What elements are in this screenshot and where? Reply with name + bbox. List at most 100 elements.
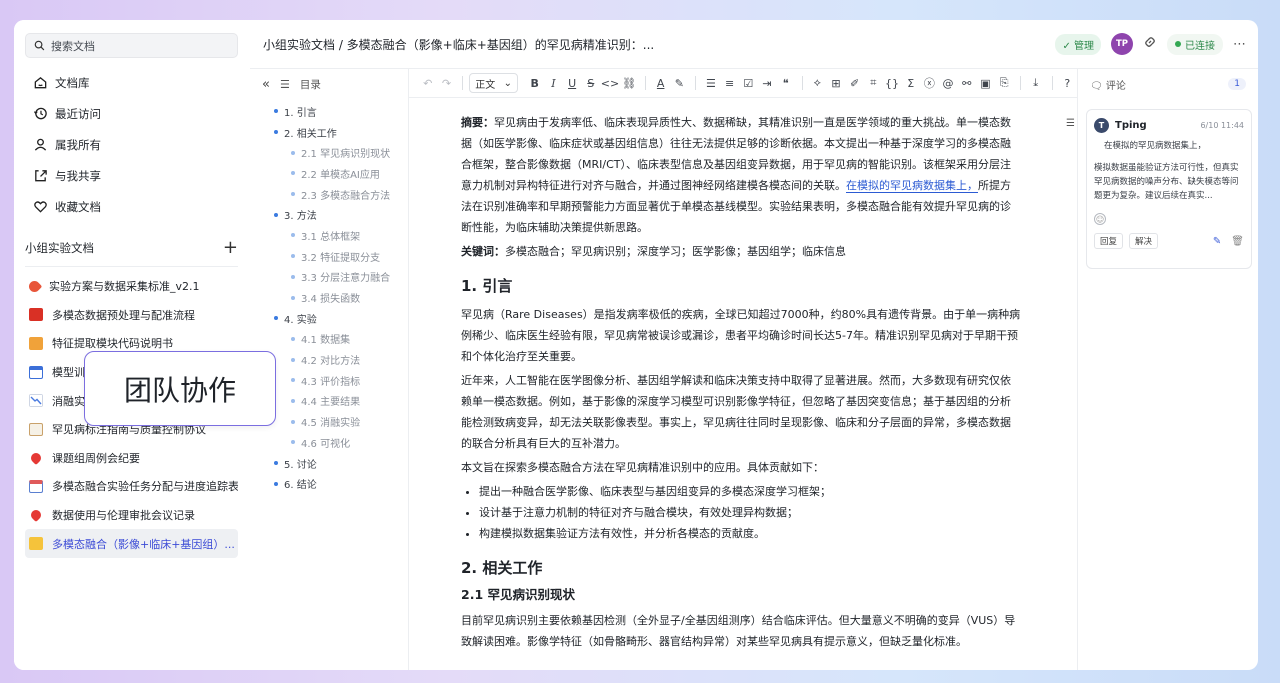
nav-item-recent[interactable]: 最近访问 xyxy=(25,98,238,129)
outline-item[interactable]: 6. 结论 xyxy=(250,473,408,494)
avatar[interactable]: TP xyxy=(1111,33,1133,55)
bullet-icon xyxy=(274,461,278,466)
doc-item[interactable]: 课题组周例会纪要 xyxy=(25,444,238,473)
pin-icon xyxy=(28,450,44,465)
underline-icon[interactable]: U xyxy=(563,73,581,93)
highlight-icon[interactable]: ✎ xyxy=(671,73,689,93)
outline-item-label: 2.3 多模态融合方法 xyxy=(301,190,391,202)
abstract-paragraph: 摘要：罕见病由于发病率低、临床表现异质性大、数据稀缺，其精准识别一直是医学领域的… xyxy=(461,112,1021,238)
doc-item-label: 数据使用与伦理审批会议记录 xyxy=(52,509,195,523)
bullet-list-icon[interactable]: ☰ xyxy=(702,73,720,93)
chart-down-icon xyxy=(29,394,43,408)
bullet-icon xyxy=(291,150,295,155)
outline-item[interactable]: 2.2 单模态AI应用 xyxy=(250,163,408,184)
divider xyxy=(695,76,697,90)
nav-item-owned[interactable]: 属我所有 xyxy=(25,129,238,160)
edit-icon[interactable]: ✎ xyxy=(1213,236,1221,247)
bold-icon[interactable]: B xyxy=(526,73,544,93)
image-icon[interactable]: ▣ xyxy=(977,73,995,93)
orange-book-icon xyxy=(29,336,43,350)
italic-icon[interactable]: I xyxy=(545,73,563,93)
outline-item[interactable]: 3. 方法 xyxy=(250,204,408,225)
outline-item[interactable]: 2.1 罕见病识别现状 xyxy=(250,142,408,163)
outline-item-label: 4. 实验 xyxy=(284,314,317,326)
task-list-icon[interactable]: ☑ xyxy=(740,73,758,93)
divider-insert-icon[interactable]: ⟡ xyxy=(808,73,826,93)
connection-label: 已连接 xyxy=(1185,40,1215,52)
keywords-label: 关键词： xyxy=(461,245,505,258)
table-icon[interactable]: ⊞ xyxy=(827,73,845,93)
bullet-icon xyxy=(274,316,278,321)
outline-item[interactable]: 3.3 分层注意力融合 xyxy=(250,267,408,288)
keywords-paragraph: 关键词：多模态融合；罕见病识别；深度学习；医学影像；基因组学；临床信息 xyxy=(461,241,1021,262)
code-braces-icon[interactable]: {} xyxy=(883,73,901,93)
nav-item-library[interactable]: 文档库 xyxy=(25,67,238,98)
pen-icon[interactable]: ✐ xyxy=(846,73,864,93)
paragraph-style-select[interactable]: 正文 ⌄ xyxy=(469,73,518,93)
numbered-list-icon[interactable]: ≡ xyxy=(721,73,739,93)
indent-icon[interactable]: ⇥ xyxy=(758,73,776,93)
comment-time: 6/10 11:44 xyxy=(1200,121,1244,130)
link-icon[interactable]: ⛓ xyxy=(620,73,638,93)
comment-highlight[interactable]: 在模拟的罕见病数据集上， xyxy=(846,179,978,193)
link-icon[interactable] xyxy=(1143,35,1157,53)
bullet-icon xyxy=(291,192,295,197)
outline-item[interactable]: 1. 引言 xyxy=(250,101,408,122)
reply-button[interactable]: 回复 xyxy=(1094,233,1124,249)
doc-item[interactable]: 多模态融合实验任务分配与进度追踪表 xyxy=(25,472,238,501)
undo-icon[interactable]: ↶ xyxy=(419,73,437,93)
outline-item[interactable]: 2.3 多模态融合方法 xyxy=(250,184,408,205)
download-icon[interactable]: ⤓ xyxy=(1027,73,1045,93)
bullet-icon xyxy=(291,254,295,259)
attachment-icon[interactable]: ⎘ xyxy=(995,73,1013,93)
outline-item[interactable]: 4. 实验 xyxy=(250,308,408,329)
code-block-icon[interactable]: ⌗ xyxy=(865,73,883,93)
doc-item[interactable]: 实验方案与数据采集标准_v2.1 xyxy=(25,272,238,301)
outline-item[interactable]: 3.2 特征提取分支 xyxy=(250,246,408,267)
text-color-icon[interactable]: A xyxy=(652,73,670,93)
editor-content[interactable]: ☰ 摘要：罕见病由于发病率低、临床表现异质性大、数据稀缺，其精准识别一直是医学领… xyxy=(409,98,1077,670)
toc-toggle-icon[interactable]: ☰ xyxy=(1066,118,1075,129)
nav-item-favorites[interactable]: 收藏文档 xyxy=(25,191,238,222)
help-icon[interactable]: ? xyxy=(1058,73,1076,93)
comment-actions: 回复 解决 ✎ 🗑 xyxy=(1094,233,1244,249)
outline-item[interactable]: 5. 讨论 xyxy=(250,453,408,474)
collapse-icon[interactable]: « xyxy=(262,77,270,92)
comment-card[interactable]: T Tping 6/10 11:44 在模拟的罕见病数据集上， 模拟数据虽能验证… xyxy=(1086,109,1252,269)
outline-item[interactable]: 2. 相关工作 xyxy=(250,122,408,143)
comment-text: 模拟数据虽能验证方法可行性，但真实罕见病数据的噪声分布、缺失模态等问题更为复杂。… xyxy=(1094,163,1239,201)
breadcrumb[interactable]: 小组实验文档 / 多模态融合（影像+临床+基因组）的罕见病精准识别：... xyxy=(263,36,654,53)
outline-item[interactable]: 4.1 数据集 xyxy=(250,329,408,350)
paragraph: 本文旨在探索多模态融合方法在罕见病精准识别中的应用。具体贡献如下： xyxy=(461,461,824,474)
manage-badge[interactable]: ✓ 管理 xyxy=(1055,33,1101,55)
redo-icon[interactable]: ↷ xyxy=(438,73,456,93)
more-icon[interactable]: ⋯ xyxy=(1233,37,1246,52)
code-icon[interactable]: <> xyxy=(601,73,619,93)
home-icon xyxy=(34,76,47,89)
add-doc-icon[interactable]: + xyxy=(223,239,238,257)
nav-item-shared[interactable]: 与我共享 xyxy=(25,160,238,191)
formula-icon[interactable]: Σ xyxy=(902,73,920,93)
doc-item-active[interactable]: 多模态融合（影像+临床+基因组）... xyxy=(25,529,238,558)
contribution-list: 提出一种融合医学影像、临床表型与基因组变异的多模态深度学习框架； 设计基于注意力… xyxy=(461,481,1021,544)
search-input[interactable]: 搜索文档 xyxy=(25,33,238,58)
comments-panel: 🗨 评论 1 T Tping 6/10 11:44 在模拟的罕见病数据集上， 模… xyxy=(1077,68,1258,670)
emoji-reaction-icon[interactable]: ☺ xyxy=(1094,213,1106,225)
trash-icon[interactable]: 🗑 xyxy=(1231,236,1244,247)
nav-item-label: 文档库 xyxy=(55,75,90,90)
diagram-icon[interactable]: ⚯ xyxy=(958,73,976,93)
outline-item[interactable]: 4.6 可视化 xyxy=(250,432,408,453)
resolve-button[interactable]: 解决 xyxy=(1129,233,1159,249)
outline-item[interactable]: 3.1 总体框架 xyxy=(250,225,408,246)
doc-item[interactable]: 数据使用与伦理审批会议记录 xyxy=(25,501,238,530)
outline-title: 目录 xyxy=(299,78,321,91)
mention-icon[interactable]: @ xyxy=(939,73,957,93)
document-body[interactable]: 摘要：罕见病由于发病率低、临床表现异质性大、数据稀缺，其精准识别一直是医学领域的… xyxy=(461,112,1021,655)
sidebar-nav: 文档库 最近访问 属我所有 与我共享 收藏文档 xyxy=(25,67,238,222)
doc-item[interactable]: 多模态数据预处理与配准流程 xyxy=(25,301,238,330)
outline-item[interactable]: 3.4 损失函数 xyxy=(250,287,408,308)
strikethrough-icon[interactable]: S xyxy=(582,73,600,93)
variable-icon[interactable]: ⓧ xyxy=(921,73,939,93)
style-select-value: 正文 xyxy=(475,79,496,91)
quote-icon[interactable]: ❝ xyxy=(777,73,795,93)
